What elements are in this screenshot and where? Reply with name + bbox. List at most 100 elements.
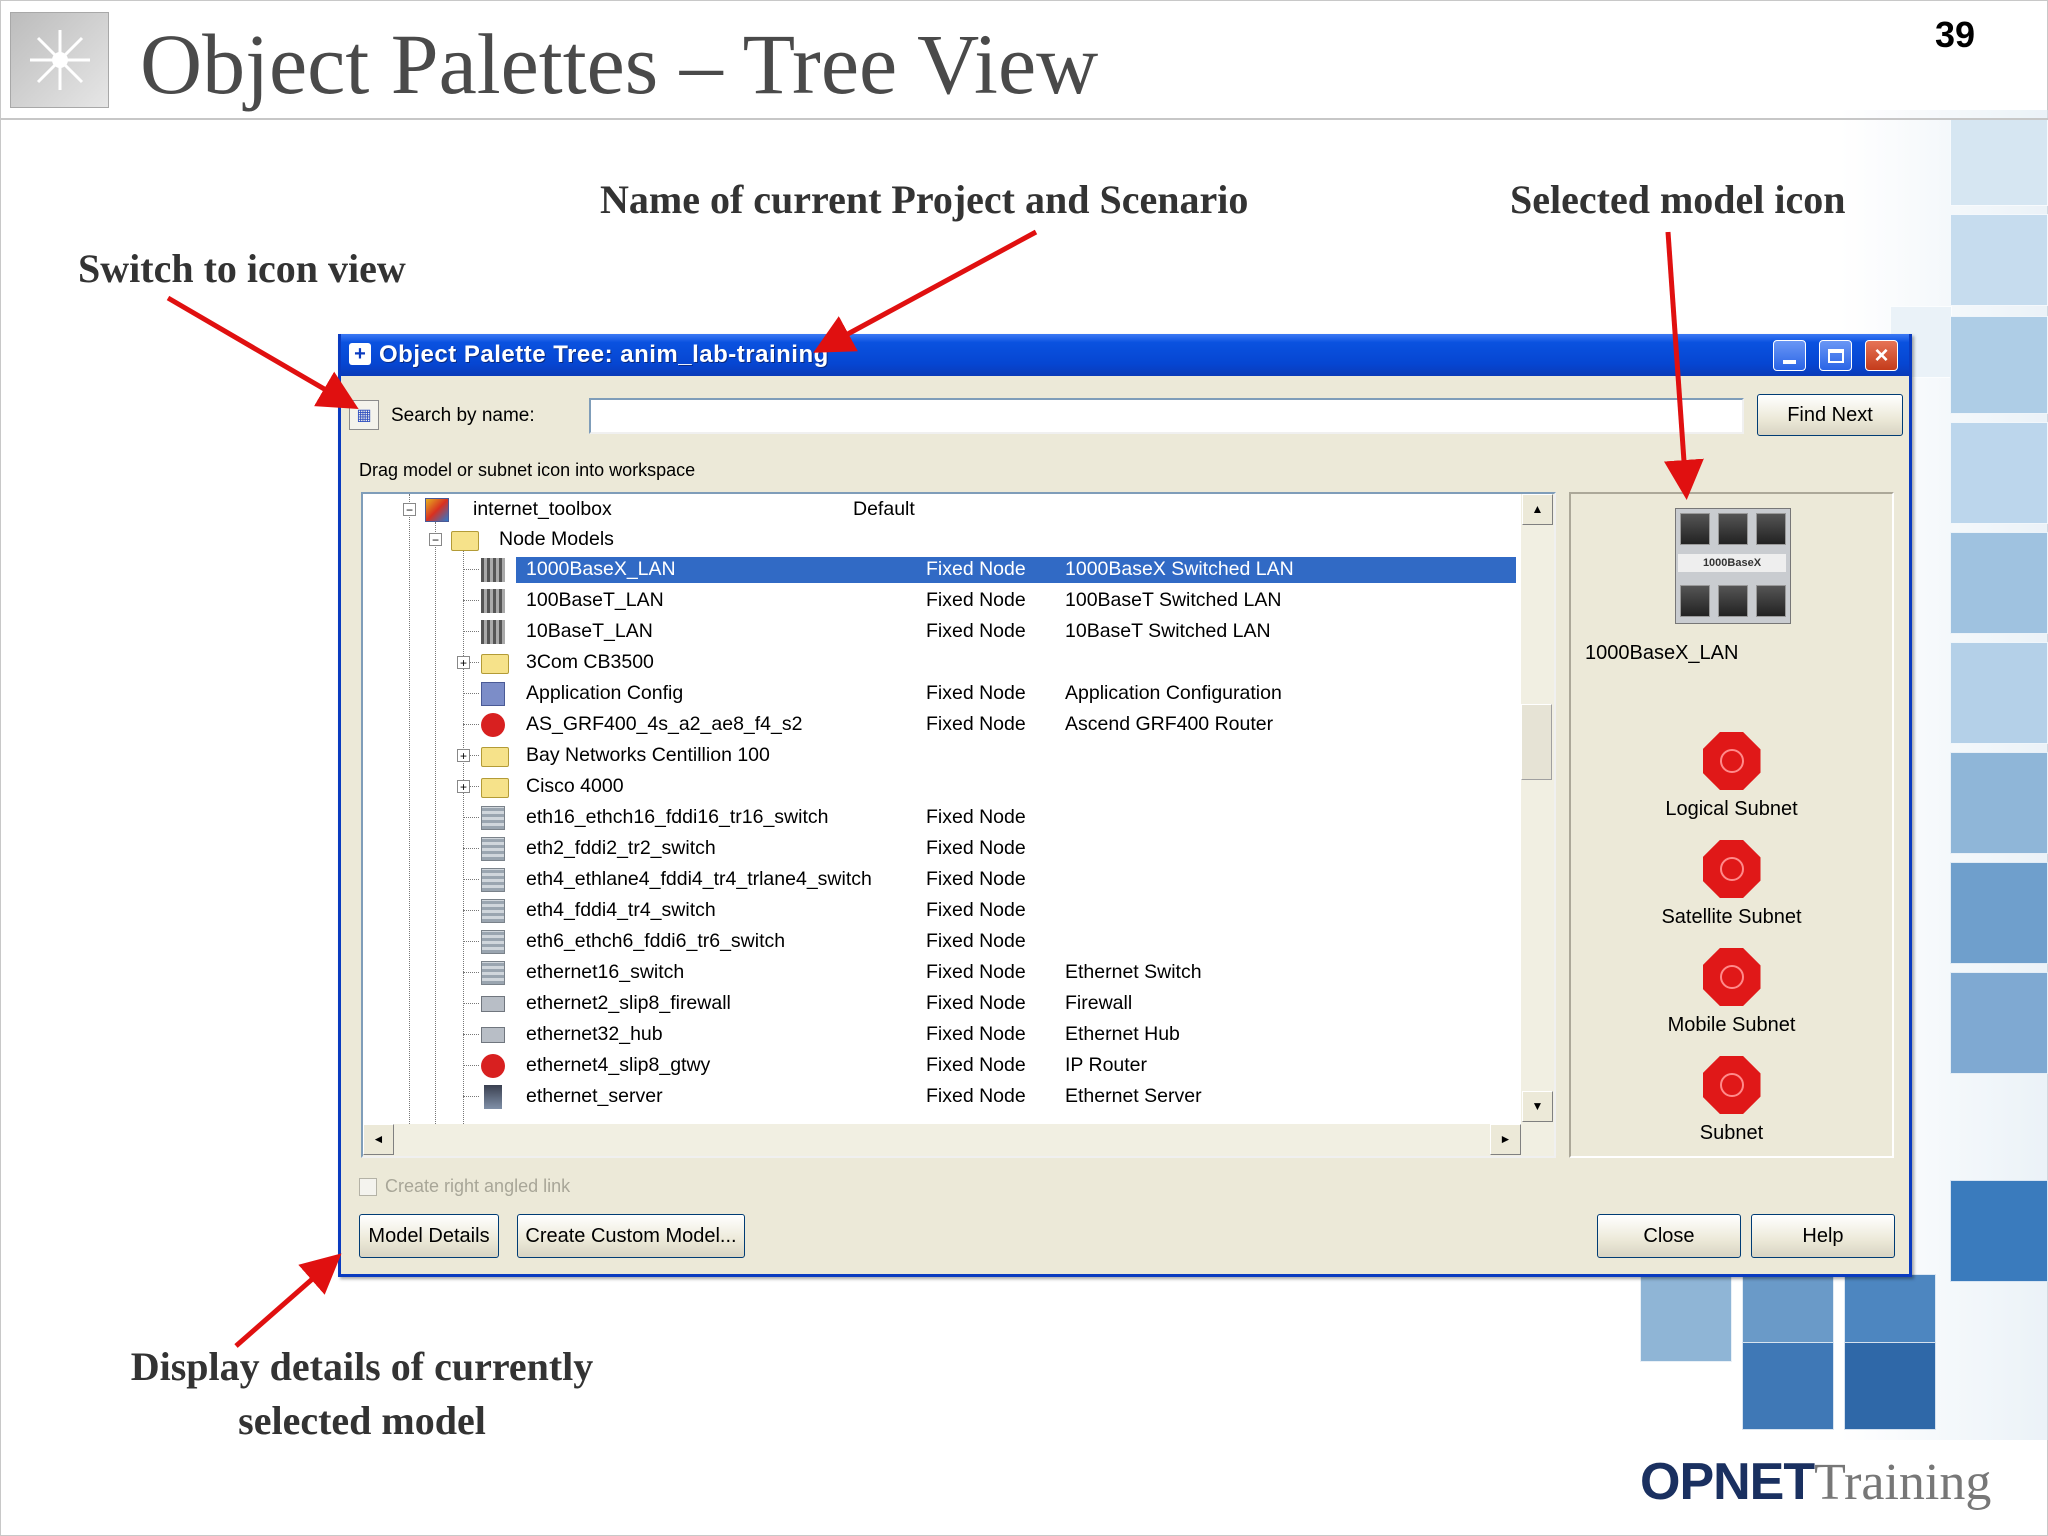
- model-type: Fixed Node: [926, 961, 1026, 983]
- folder-icon: [481, 747, 509, 767]
- model-type: Fixed Node: [926, 899, 1026, 921]
- arrow-to-title: [813, 229, 1038, 353]
- tree-branch-line: [463, 569, 479, 570]
- tree-model-row[interactable]: ethernet4_slip8_gtwy Fixed Node IP Router: [363, 1050, 1521, 1080]
- brand-opnet: OPNET: [1640, 1453, 1815, 1511]
- model-type: Fixed Node: [926, 930, 1026, 952]
- switch-to-icon-view-button[interactable]: ▦: [349, 400, 379, 430]
- model-name: ethernet32_hub: [526, 1023, 663, 1045]
- search-input[interactable]: [589, 398, 1744, 434]
- icon-view-icon: ▦: [356, 407, 372, 424]
- collapse-icon[interactable]: −: [403, 503, 416, 516]
- logical-subnet-item[interactable]: Logical Subnet: [1571, 732, 1892, 821]
- collapse-icon[interactable]: −: [429, 533, 442, 546]
- tree-model-row[interactable]: ethernet_server Fixed Node Ethernet Server: [363, 1081, 1521, 1111]
- window-titlebar[interactable]: + Object Palette Tree: anim_lab-training…: [341, 334, 1909, 376]
- find-next-button[interactable]: Find Next: [1757, 394, 1903, 436]
- tree-model-row[interactable]: eth16_ethch16_fddi16_tr16_switch Fixed No…: [363, 802, 1521, 832]
- switch-icon: [481, 837, 505, 861]
- right-angled-link-checkbox[interactable]: [359, 1178, 377, 1197]
- slide-title: Object Palettes – Tree View: [140, 16, 1099, 112]
- group-name: Node Models: [499, 528, 614, 550]
- annotation-model-details: Display details of currently selected mo…: [82, 1340, 642, 1448]
- mobile-subnet-item[interactable]: Mobile Subnet: [1571, 948, 1892, 1037]
- tree-model-row[interactable]: ethernet2_slip8_firewall Fixed Node Firewa…: [363, 988, 1521, 1018]
- model-details-button[interactable]: Model Details: [359, 1214, 499, 1258]
- expand-icon[interactable]: +: [457, 749, 470, 762]
- model-description: Firewall: [1065, 992, 1133, 1014]
- subnet-item[interactable]: Subnet: [1571, 1056, 1892, 1145]
- model-name: eth16_ethch16_fddi16_tr16_switch: [526, 806, 829, 828]
- toolbox-icon: [425, 498, 449, 522]
- subnet-label: Mobile Subnet: [1667, 1014, 1796, 1036]
- close-button[interactable]: Close: [1597, 1214, 1741, 1258]
- expand-icon[interactable]: +: [457, 780, 470, 793]
- tree-branch-line: [463, 1003, 479, 1004]
- horizontal-scrollbar[interactable]: ◄ ►: [363, 1124, 1554, 1156]
- scroll-thumb[interactable]: [1521, 704, 1552, 780]
- scroll-down-button[interactable]: ▼: [1522, 1091, 1553, 1122]
- model-description: 10BaseT Switched LAN: [1065, 620, 1271, 642]
- tree-model-row[interactable]: 10BaseT_LAN Fixed Node 10BaseT Switched LA…: [363, 616, 1521, 646]
- model-type: Fixed Node: [926, 1085, 1026, 1107]
- model-type: Fixed Node: [926, 837, 1026, 859]
- tree-model-row[interactable]: eth4_fddi4_tr4_switch Fixed Node: [363, 895, 1521, 925]
- tree-model-row[interactable]: + Bay Networks Centillion 100: [363, 740, 1521, 770]
- subnet-label: Satellite Subnet: [1661, 906, 1802, 928]
- model-type: Fixed Node: [926, 868, 1026, 890]
- tree-model-row[interactable]: AS_GRF400_4s_a2_ae8_f4_s2 Fixed Node Ascen…: [363, 709, 1521, 739]
- model-type: Fixed Node: [926, 682, 1026, 704]
- tree-model-row[interactable]: +3Com CB3500: [363, 647, 1521, 677]
- model-name: AS_GRF400_4s_a2_ae8_f4_s2: [526, 713, 803, 735]
- model-name: Bay Networks Centillion 100: [526, 744, 770, 766]
- tree-model-row[interactable]: + Cisco 4000: [363, 771, 1521, 801]
- tree-model-row[interactable]: eth2_fddi2_tr2_switch Fixed Node: [363, 833, 1521, 863]
- grid-icon: [481, 589, 505, 613]
- hub-icon: [481, 996, 505, 1012]
- maximize-icon: [1827, 348, 1844, 363]
- tree-model-row[interactable]: 100BaseT_LAN Fixed Node 100BaseT Switched …: [363, 585, 1521, 615]
- logo: [10, 12, 109, 108]
- tree-root-row[interactable]: − internet_toolbox Default: [363, 494, 1521, 524]
- server-icon: [484, 1085, 502, 1109]
- right-angled-link-option[interactable]: Create right angled link: [359, 1176, 570, 1197]
- tree-branch-line: [463, 879, 479, 880]
- tree-branch-line: [463, 1065, 479, 1066]
- maximize-button[interactable]: [1819, 340, 1852, 371]
- selected-model-icon[interactable]: 1000BaseX: [1675, 508, 1791, 624]
- tree-model-row[interactable]: Application Config Fixed Node Application …: [363, 678, 1521, 708]
- router-icon: [481, 713, 505, 737]
- switch-icon: [481, 899, 505, 923]
- expand-icon[interactable]: +: [457, 656, 470, 669]
- model-name: eth4_fddi4_tr4_switch: [526, 899, 716, 921]
- switch-icon: [481, 961, 505, 985]
- close-window-button[interactable]: ×: [1865, 340, 1898, 371]
- scroll-left-button[interactable]: ◄: [363, 1124, 394, 1155]
- model-description: Ethernet Switch: [1065, 961, 1202, 983]
- model-description: 1000BaseX Switched LAN: [1065, 558, 1294, 580]
- create-custom-model-button[interactable]: Create Custom Model...: [517, 1214, 745, 1258]
- tree-model-row[interactable]: 1000BaseX_LAN Fixed Node 1000BaseX Switche…: [363, 554, 1521, 584]
- vertical-scrollbar[interactable]: ▲ ▼: [1521, 494, 1554, 1124]
- tree-model-row[interactable]: eth6_ethch6_fddi6_tr6_switch Fixed Node: [363, 926, 1521, 956]
- tree-model-row[interactable]: eth4_ethlane4_fddi4_tr4_trlane4_switch Fi…: [363, 864, 1521, 894]
- close-icon: ×: [1874, 341, 1889, 369]
- model-description: Ascend GRF400 Router: [1065, 713, 1274, 735]
- minimize-button[interactable]: [1773, 340, 1806, 371]
- model-tree[interactable]: − internet_toolbox Default − Node Models…: [361, 492, 1556, 1158]
- model-type: Fixed Node: [926, 1023, 1026, 1045]
- help-button[interactable]: Help: [1751, 1214, 1895, 1258]
- tree-model-row[interactable]: ethernet16_switch Fixed Node Ethernet Swit…: [363, 957, 1521, 987]
- mobile-subnet-icon: [1702, 948, 1761, 1006]
- scroll-right-button[interactable]: ►: [1490, 1124, 1521, 1155]
- satellite-subnet-item[interactable]: Satellite Subnet: [1571, 840, 1892, 929]
- object-palette-window: + Object Palette Tree: anim_lab-training…: [338, 334, 1912, 1277]
- grid-icon: [481, 558, 505, 582]
- brand-training: Training: [1814, 1454, 1992, 1511]
- selected-model-icon-label: 1000BaseX: [1678, 554, 1786, 572]
- tree-model-row[interactable]: ethernet32_hub Fixed Node Ethernet Hub: [363, 1019, 1521, 1049]
- model-type: Fixed Node: [926, 713, 1026, 735]
- scroll-up-button[interactable]: ▲: [1522, 494, 1553, 525]
- open-folder-icon: [451, 531, 479, 551]
- tree-group-row[interactable]: − Node Models: [363, 524, 1521, 554]
